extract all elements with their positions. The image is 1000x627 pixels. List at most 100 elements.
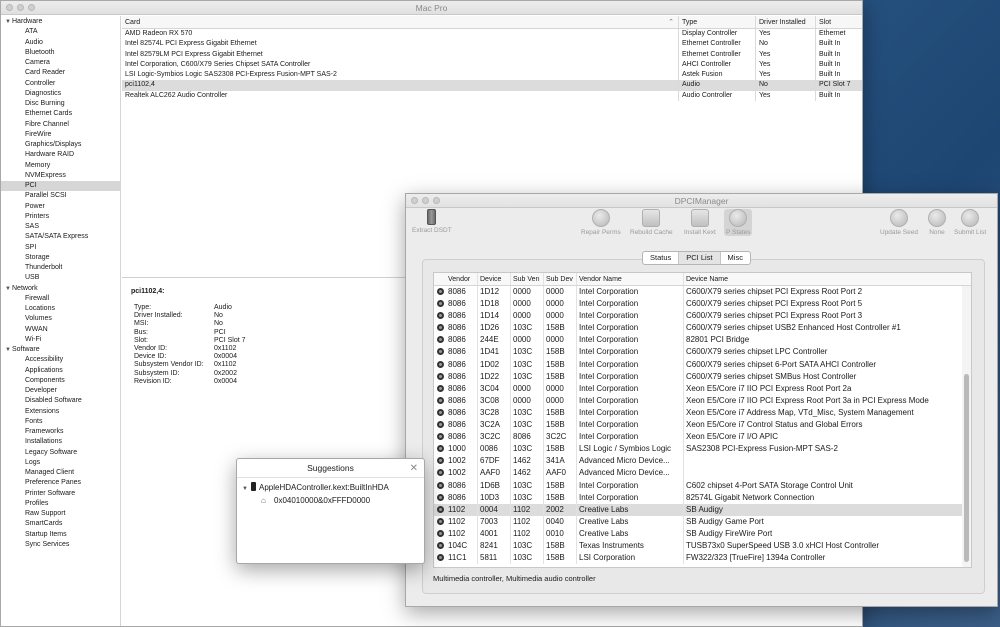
tab-misc[interactable]: Misc bbox=[721, 252, 750, 264]
close-icon[interactable]: ✕ bbox=[410, 459, 418, 478]
column-header-card[interactable]: Card ⌃ bbox=[122, 16, 679, 28]
rebuild-cache-button[interactable]: Rebuild Cache bbox=[630, 209, 673, 236]
sidebar-item[interactable]: Graphics/Displays bbox=[1, 140, 120, 150]
scrollbar-thumb[interactable] bbox=[964, 374, 969, 562]
column-header-driver-installed[interactable]: Driver Installed bbox=[756, 16, 816, 28]
sidebar-item[interactable]: Bluetooth bbox=[1, 48, 120, 58]
table-row[interactable]: 8086 10D3 103C 158B Intel Corporation 82574L … bbox=[434, 491, 971, 504]
sidebar-item[interactable]: Firewall bbox=[1, 294, 120, 304]
sidebar-item[interactable]: Sync Services bbox=[1, 540, 120, 550]
disclosure-triangle-icon[interactable]: ▼ bbox=[5, 345, 12, 355]
disclosure-triangle-icon[interactable]: ▼ bbox=[242, 483, 251, 496]
table-row[interactable]: 1102 7003 1102 0040 Creative Labs SB Audigy G… bbox=[434, 515, 971, 528]
column-header-slot[interactable]: Slot bbox=[816, 16, 862, 28]
table-row[interactable]: 104C 8241 103C 158B Texas Instruments TUSB73x… bbox=[434, 539, 971, 553]
column-header-device-name[interactable]: Device Name bbox=[684, 273, 971, 285]
submit-list-button[interactable]: Submit List bbox=[954, 209, 986, 236]
table-row[interactable]: 8086 3C04 0000 0000 Intel Corporation Xeon E5… bbox=[434, 382, 971, 395]
sidebar-item[interactable]: Disc Burning bbox=[1, 99, 120, 109]
sidebar-item[interactable]: Camera bbox=[1, 58, 120, 68]
sidebar-item[interactable]: Storage bbox=[1, 253, 120, 263]
sidebar-item[interactable]: Startup Items bbox=[1, 530, 120, 540]
sidebar-item[interactable]: Parallel SCSI bbox=[1, 191, 120, 201]
table-row[interactable]: 1102 0004 1102 2002 Creative Labs SB Audigy bbox=[434, 503, 971, 516]
table-row[interactable]: LSI Logic-Symbios Logic SAS2308 PCI-Expr… bbox=[122, 70, 862, 81]
table-row[interactable]: 1002 67DF 1462 341A Advanced Micro Device... bbox=[434, 455, 971, 468]
sidebar-item[interactable]: Hardware RAID bbox=[1, 150, 120, 160]
table-row[interactable]: 1002 AAF0 1462 AAF0 Advanced Micro Device... bbox=[434, 467, 971, 480]
disclosure-triangle-icon[interactable]: ▼ bbox=[5, 17, 12, 27]
disclosure-triangle-icon[interactable]: ▼ bbox=[5, 284, 12, 294]
sidebar-item[interactable]: Frameworks bbox=[1, 427, 120, 437]
sidebar-item[interactable]: SmartCards bbox=[1, 519, 120, 529]
table-row[interactable]: 8086 244E 0000 0000 Intel Corporation 82801 P… bbox=[434, 334, 971, 347]
sidebar-item[interactable]: Raw Support bbox=[1, 509, 120, 519]
table-row[interactable]: 1102 4001 1102 0010 Creative Labs SB Audigy F… bbox=[434, 527, 971, 540]
table-row[interactable]: AMD Radeon RX 570 Display Controller Yes Et… bbox=[122, 29, 862, 40]
sidebar-item[interactable]: PCI bbox=[1, 181, 120, 192]
table-row[interactable]: 8086 3C28 103C 158B Intel Corporation Xeon E5… bbox=[434, 406, 971, 420]
column-header-vendor-name[interactable]: Vendor Name bbox=[577, 273, 684, 285]
table-row[interactable]: 8086 1D02 103C 158B Intel Corporation C600/X7… bbox=[434, 358, 971, 371]
sidebar-item[interactable]: Printers bbox=[1, 212, 120, 222]
sidebar-item[interactable]: Installations bbox=[1, 437, 120, 447]
sidebar-item[interactable]: Power bbox=[1, 202, 120, 212]
table-row[interactable]: 8086 3C2A 103C 158B Intel Corporation Xeon E5… bbox=[434, 419, 971, 432]
sidebar-item[interactable]: Extensions bbox=[1, 407, 120, 417]
column-header-device[interactable]: Device bbox=[478, 273, 511, 285]
sidebar-section-software[interactable]: ▼Software bbox=[1, 345, 120, 355]
sidebar-item[interactable]: Controller bbox=[1, 79, 120, 89]
table-row[interactable]: 8086 1D6B 103C 158B Intel Corporation C602 ch… bbox=[434, 479, 971, 492]
table-row[interactable]: 8086 1D22 103C 158B Intel Corporation C600/X7… bbox=[434, 370, 971, 383]
column-header-sub-dev[interactable]: Sub Dev bbox=[544, 273, 577, 285]
sidebar-item[interactable]: Diagnostics bbox=[1, 89, 120, 99]
p-states-button[interactable]: P States bbox=[724, 209, 753, 236]
table-row[interactable]: 8086 1D26 103C 158B Intel Corporation C600/X7… bbox=[434, 322, 971, 335]
sidebar-item[interactable]: Locations bbox=[1, 304, 120, 314]
zoom-window-button[interactable] bbox=[28, 4, 35, 11]
zoom-window-button[interactable] bbox=[433, 197, 440, 204]
table-row[interactable]: Realtek ALC262 Audio Controller Audio Con… bbox=[122, 90, 862, 101]
sidebar-section-hardware[interactable]: ▼Hardware bbox=[1, 17, 120, 27]
sidebar-item[interactable]: NVMExpress bbox=[1, 171, 120, 181]
column-header-sub-ven[interactable]: Sub Ven bbox=[511, 273, 544, 285]
minimize-window-button[interactable] bbox=[17, 4, 24, 11]
sidebar-item[interactable]: Memory bbox=[1, 161, 120, 171]
sidebar-item[interactable]: Printer Software bbox=[1, 489, 120, 499]
sidebar-item[interactable]: SPI bbox=[1, 243, 120, 253]
sidebar-item[interactable]: Preference Panes bbox=[1, 478, 120, 488]
table-row[interactable]: 11C1 5811 103C 158B LSI Corporation FW322/323… bbox=[434, 552, 971, 565]
update-seed-button[interactable]: Update Seed bbox=[880, 209, 918, 236]
sidebar-item[interactable]: Card Reader bbox=[1, 68, 120, 78]
sidebar-section-network[interactable]: ▼Network bbox=[1, 284, 120, 294]
sidebar-item[interactable]: SATA/SATA Express bbox=[1, 232, 120, 242]
sidebar-item[interactable]: Components bbox=[1, 376, 120, 386]
tab-status[interactable]: Status bbox=[643, 252, 680, 264]
column-header-vendor[interactable]: Vendor bbox=[446, 273, 478, 285]
table-row[interactable]: Intel 82574L PCI Express Gigabit Etherne… bbox=[122, 39, 862, 50]
sidebar-item[interactable]: ATA bbox=[1, 27, 120, 37]
sidebar-item[interactable]: Volumes bbox=[1, 314, 120, 324]
sidebar-item[interactable]: Accessibility bbox=[1, 355, 120, 365]
table-row[interactable]: 8086 3C2C 8086 3C2C Intel Corporation Xeon E5… bbox=[434, 431, 971, 444]
repair-perms-button[interactable]: Repair Perms bbox=[581, 209, 621, 236]
table-row[interactable]: Intel 82579LM PCI Express Gigabit Ethern… bbox=[122, 49, 862, 60]
sidebar-item[interactable]: Thunderbolt bbox=[1, 263, 120, 273]
sidebar-item[interactable]: FireWire bbox=[1, 130, 120, 140]
sidebar-item[interactable]: Developer bbox=[1, 386, 120, 396]
table-row[interactable]: pci1102,4 Audio No PCI Slot 7 bbox=[122, 80, 862, 91]
sidebar-item[interactable]: Profiles bbox=[1, 499, 120, 509]
extract-dsdt-button[interactable]: Extract DSDT bbox=[412, 209, 452, 234]
sidebar-item[interactable]: WWAN bbox=[1, 325, 120, 335]
sidebar-item[interactable]: Wi-Fi bbox=[1, 335, 120, 345]
table-row[interactable]: 8086 1D18 0000 0000 Intel Corporation C600/X7… bbox=[434, 298, 971, 311]
sidebar-item[interactable]: USB bbox=[1, 273, 120, 283]
sidebar-item[interactable]: Disabled Software bbox=[1, 396, 120, 406]
sidebar-item[interactable]: Fibre Channel bbox=[1, 120, 120, 130]
pci-table-scrollbar[interactable] bbox=[962, 286, 971, 567]
table-row[interactable]: 8086 1D12 0000 0000 Intel Corporation C600/X7… bbox=[434, 286, 971, 299]
table-row[interactable]: 8086 1D41 103C 158B Intel Corporation C600/X7… bbox=[434, 346, 971, 359]
sidebar-item[interactable]: Fonts bbox=[1, 417, 120, 427]
sidebar-item[interactable]: SAS bbox=[1, 222, 120, 232]
minimize-window-button[interactable] bbox=[422, 197, 429, 204]
